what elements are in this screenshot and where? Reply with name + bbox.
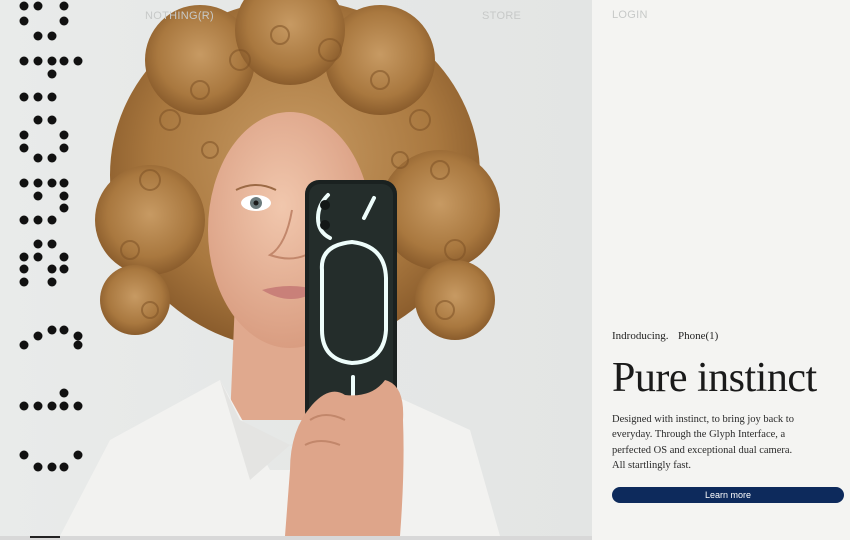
intro-label: Indroducing. <box>612 330 669 342</box>
headline: Pure instinct <box>612 355 817 401</box>
nav-brand-link[interactable]: NOTHING(R) <box>145 10 214 22</box>
dot-matrix-logo <box>19 1 83 472</box>
hero-portrait-image <box>60 0 500 536</box>
nav-store-link[interactable]: STORE <box>482 10 521 22</box>
hero-section: NOTHING(R) STORE <box>0 0 592 536</box>
nav-login-link[interactable]: LOGIN <box>612 9 648 21</box>
product-name-label: Phone(1) <box>678 330 719 342</box>
scroll-progress-bar <box>0 536 592 540</box>
learn-more-button[interactable]: Learn more <box>612 487 844 503</box>
product-description: Designed with instinct, to bring joy bac… <box>612 414 794 471</box>
